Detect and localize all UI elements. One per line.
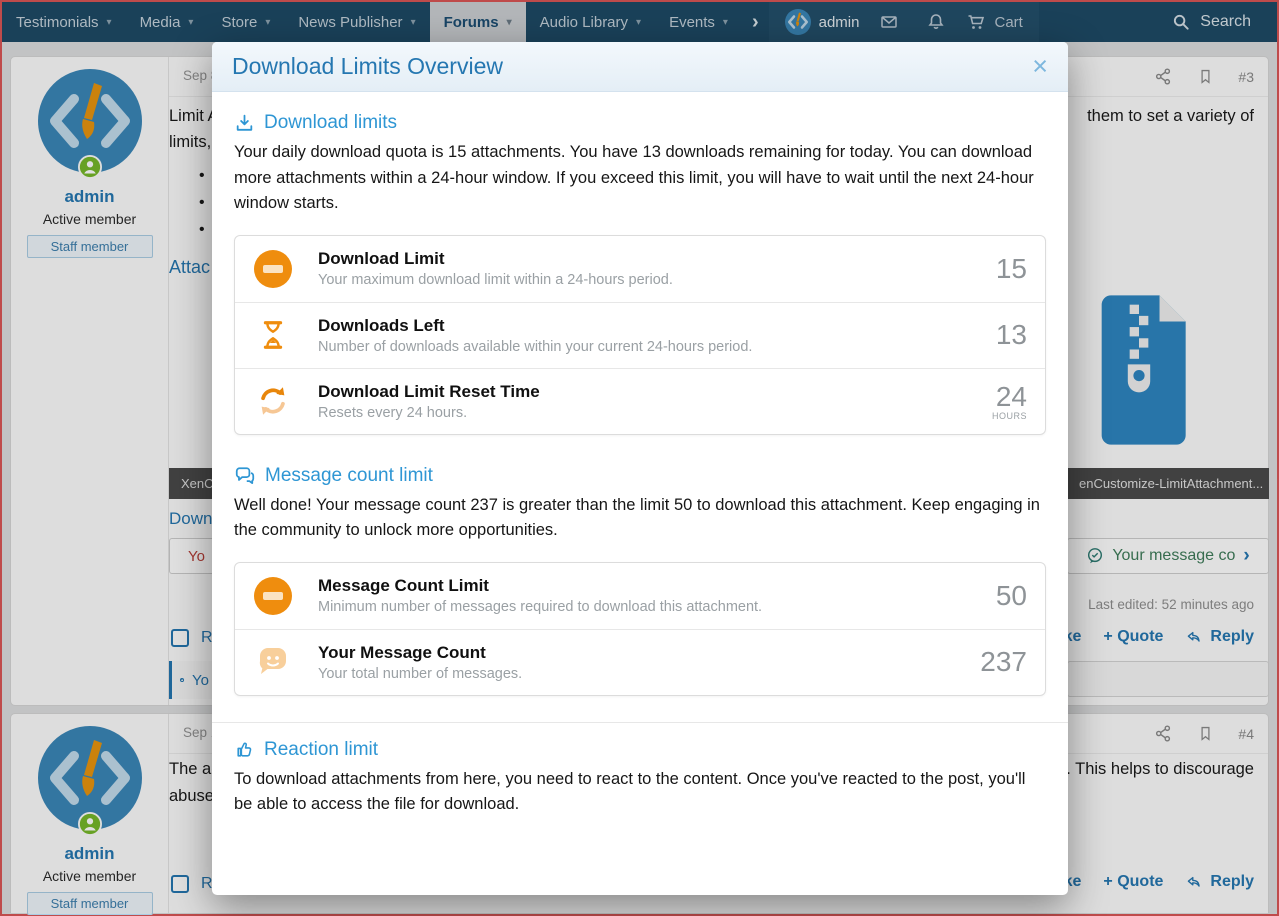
limit-desc: Number of downloads available within you…: [318, 339, 996, 355]
section-body: Well done! Your message count 237 is gre…: [234, 493, 1046, 544]
section-heading-label: Reaction limit: [264, 739, 378, 761]
modal-header: Download Limits Overview ×: [212, 42, 1068, 92]
limit-desc: Your maximum download limit within a 24-…: [318, 272, 996, 288]
limit-row-your-message-count: Your Message Count Your total number of …: [235, 629, 1045, 695]
limit-row-download-limit: Download Limit Your maximum download lim…: [235, 236, 1045, 302]
limit-value: 15: [996, 253, 1027, 285]
no-entry-icon: [253, 576, 293, 616]
section-heading-message-count: Message count limit: [234, 465, 1046, 487]
limit-row-message-count-limit: Message Count Limit Minimum number of me…: [235, 563, 1045, 629]
limit-row-reset-time: Download Limit Reset Time Resets every 2…: [235, 368, 1045, 434]
section-body: To download attachments from here, you n…: [234, 767, 1046, 818]
modal-body: Download limits Your daily download quot…: [212, 92, 1068, 818]
download-limits-modal: Download Limits Overview × Download limi…: [212, 42, 1068, 895]
limit-title: Your Message Count: [318, 643, 980, 663]
section-body: Your daily download quota is 15 attachme…: [234, 140, 1046, 217]
limit-title: Downloads Left: [318, 316, 996, 336]
limit-desc: Your total number of messages.: [318, 666, 980, 682]
limit-title: Download Limit: [318, 249, 996, 269]
section-heading-reaction-limit: Reaction limit: [234, 739, 1046, 761]
limit-value: 13: [996, 319, 1027, 351]
download-icon: [234, 113, 255, 134]
no-entry-icon: [253, 249, 293, 289]
limit-title: Message Count Limit: [318, 576, 996, 596]
messages-icon: [234, 465, 256, 487]
message-count-card: Message Count Limit Minimum number of me…: [234, 562, 1046, 696]
modal-title: Download Limits Overview: [232, 53, 503, 80]
limit-title: Download Limit Reset Time: [318, 382, 992, 402]
limit-desc: Minimum number of messages required to d…: [318, 599, 996, 615]
limit-desc: Resets every 24 hours.: [318, 405, 992, 421]
limit-row-downloads-left: Downloads Left Number of downloads avail…: [235, 302, 1045, 368]
download-limits-card: Download Limit Your maximum download lim…: [234, 235, 1046, 435]
section-heading-label: Download limits: [264, 112, 397, 134]
hourglass-icon: [253, 315, 293, 355]
section-divider: [212, 722, 1068, 723]
section-heading-download-limits: Download limits: [234, 112, 1046, 134]
section-heading-label: Message count limit: [265, 465, 433, 487]
limit-value: 24: [992, 381, 1027, 413]
refresh-icon: [253, 381, 293, 421]
close-icon[interactable]: ×: [1032, 53, 1048, 80]
limit-value: 237: [980, 646, 1027, 678]
limit-unit: HOURS: [992, 411, 1027, 421]
limit-value: 50: [996, 580, 1027, 612]
smiley-bubble-icon: [253, 642, 293, 682]
thumb-outline-icon: [234, 739, 255, 760]
